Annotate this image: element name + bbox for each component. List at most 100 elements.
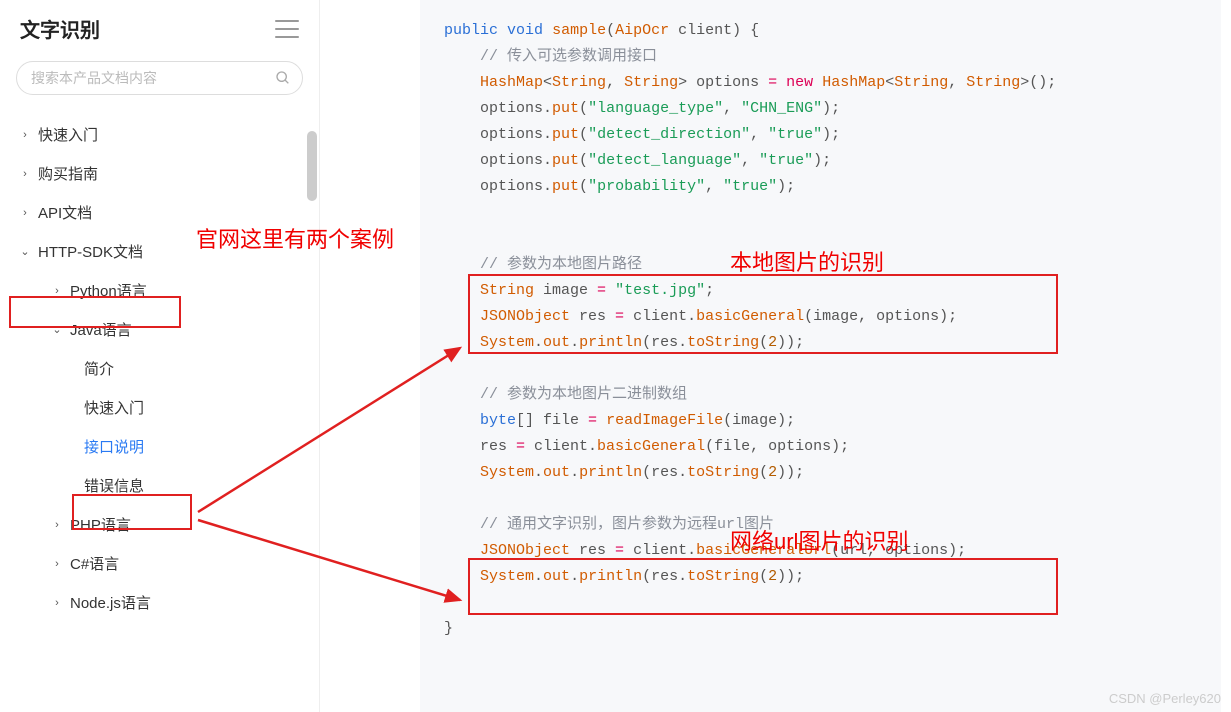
nav-error[interactable]: 错误信息 bbox=[0, 466, 319, 505]
code-token: basicGeneralUrl bbox=[696, 542, 831, 559]
nav-php[interactable]: › PHP语言 bbox=[0, 505, 319, 544]
code-token: options bbox=[687, 74, 768, 91]
code-token: // 参数为本地图片二进制数组 bbox=[480, 386, 687, 403]
code-token: put bbox=[552, 178, 579, 195]
nav-label: 错误信息 bbox=[84, 475, 144, 496]
main-content: public void sample(AipOcr client) { // 传… bbox=[320, 0, 1231, 712]
code-token: String bbox=[480, 282, 534, 299]
code-token: JSONObject bbox=[480, 542, 570, 559]
code-token: "detect_direction" bbox=[588, 126, 750, 143]
code-token: println bbox=[579, 334, 642, 351]
code-token: JSONObject bbox=[480, 308, 570, 325]
code-token: url bbox=[840, 542, 867, 559]
code-token: byte bbox=[480, 412, 516, 429]
code-token: res bbox=[570, 308, 615, 325]
code-block: public void sample(AipOcr client) { // 传… bbox=[420, 0, 1221, 712]
code-token: "language_type" bbox=[588, 100, 723, 117]
hamburger-icon[interactable] bbox=[275, 20, 299, 38]
nav-http-sdk[interactable]: ⌄HTTP-SDK文档 bbox=[0, 232, 319, 271]
code-token: client bbox=[624, 542, 687, 559]
code-token: res bbox=[570, 542, 615, 559]
nav-label: Node.js语言 bbox=[70, 592, 151, 613]
code-token: HashMap bbox=[480, 74, 543, 91]
nav-purchase[interactable]: › 购买指南 bbox=[0, 154, 319, 193]
chevron-right-icon: › bbox=[52, 597, 62, 609]
code-token: println bbox=[579, 568, 642, 585]
code-token: // 通用文字识别，图片参数为远程url图片 bbox=[480, 516, 774, 533]
nav-label: C#语言 bbox=[70, 553, 119, 574]
code-token: System bbox=[480, 568, 534, 585]
watermark: CSDN @Perley620 bbox=[1109, 691, 1221, 706]
code-token: toString bbox=[687, 464, 759, 481]
code-token: client bbox=[624, 308, 687, 325]
nav-interface[interactable]: 接口说明 bbox=[0, 427, 319, 466]
nav-java[interactable]: ⌄Java语言 bbox=[0, 310, 319, 349]
code-token: 2 bbox=[768, 334, 777, 351]
nav-label: API文档 bbox=[38, 202, 92, 223]
sidebar-header: 文字识别 bbox=[0, 0, 319, 53]
search-box bbox=[16, 61, 303, 95]
nav-python[interactable]: › Python语言 bbox=[0, 271, 319, 310]
code-token: HashMap bbox=[822, 74, 885, 91]
scrollbar-thumb[interactable] bbox=[307, 131, 317, 201]
code-token: "test.jpg" bbox=[615, 282, 705, 299]
chevron-right-icon: › bbox=[20, 168, 30, 180]
code-token: put bbox=[552, 152, 579, 169]
code-token: AipOcr bbox=[615, 22, 669, 39]
nav-quick[interactable]: 快速入门 bbox=[0, 388, 319, 427]
code-token: String bbox=[894, 74, 948, 91]
code-token: sample bbox=[552, 22, 606, 39]
code-token: new bbox=[786, 74, 813, 91]
chevron-right-icon: › bbox=[20, 129, 30, 141]
nav-csharp[interactable]: › C#语言 bbox=[0, 544, 319, 583]
chevron-right-icon: › bbox=[52, 285, 62, 297]
code-token: toString bbox=[687, 568, 759, 585]
nav-label: 快速入门 bbox=[84, 397, 144, 418]
code-token: public bbox=[444, 22, 498, 39]
page-title: 文字识别 bbox=[20, 14, 100, 43]
nav-quickstart[interactable]: › 快速入门 bbox=[0, 115, 319, 154]
code-token: 2 bbox=[768, 464, 777, 481]
code-token: readImageFile bbox=[606, 412, 723, 429]
code-token: 2 bbox=[768, 568, 777, 585]
code-token: basicGeneral bbox=[597, 438, 705, 455]
code-token: ) { bbox=[732, 22, 759, 39]
nav-nodejs[interactable]: › Node.js语言 bbox=[0, 583, 319, 622]
nav-label: HTTP-SDK文档 bbox=[38, 241, 143, 262]
code-token: "CHN_ENG" bbox=[741, 100, 822, 117]
code-token: String bbox=[624, 74, 678, 91]
nav-label: 简介 bbox=[84, 358, 114, 379]
code-token: out bbox=[543, 464, 570, 481]
code-token: println bbox=[579, 464, 642, 481]
nav-label: 快速入门 bbox=[38, 124, 98, 145]
code-token: "detect_language" bbox=[588, 152, 741, 169]
code-token: put bbox=[552, 126, 579, 143]
nav-intro[interactable]: 简介 bbox=[0, 349, 319, 388]
code-token: out bbox=[543, 568, 570, 585]
search-input[interactable] bbox=[16, 61, 303, 95]
code-token: String bbox=[966, 74, 1020, 91]
code-token: String bbox=[552, 74, 606, 91]
chevron-right-icon: › bbox=[52, 558, 62, 570]
sidebar: 文字识别 ›快速入门 ›购买指南 ›API文档 ⌄HTTP-SDK文档 ›Pyt… bbox=[0, 0, 320, 712]
code-token: "true" bbox=[759, 152, 813, 169]
code-token: void bbox=[507, 22, 543, 39]
nav-label: PHP语言 bbox=[70, 514, 131, 535]
code-token: "true" bbox=[768, 126, 822, 143]
nav-label: 购买指南 bbox=[38, 163, 98, 184]
code-token: client bbox=[669, 22, 732, 39]
nav-apidoc[interactable]: › API文档 bbox=[0, 193, 319, 232]
chevron-right-icon: › bbox=[20, 207, 30, 219]
code-token: image bbox=[534, 282, 597, 299]
nav-label: Python语言 bbox=[70, 280, 147, 301]
code-token: // 参数为本地图片路径 bbox=[480, 256, 642, 273]
chevron-right-icon: › bbox=[52, 519, 62, 531]
chevron-down-icon: ⌄ bbox=[52, 323, 62, 336]
code-token: "probability" bbox=[588, 178, 705, 195]
code-token: out bbox=[543, 334, 570, 351]
code-token: System bbox=[480, 334, 534, 351]
nav-tree: ›快速入门 ›购买指南 ›API文档 ⌄HTTP-SDK文档 ›Python语言… bbox=[0, 109, 319, 712]
code-token: basicGeneral bbox=[696, 308, 804, 325]
code-token: put bbox=[552, 100, 579, 117]
nav-label: 接口说明 bbox=[84, 436, 144, 457]
